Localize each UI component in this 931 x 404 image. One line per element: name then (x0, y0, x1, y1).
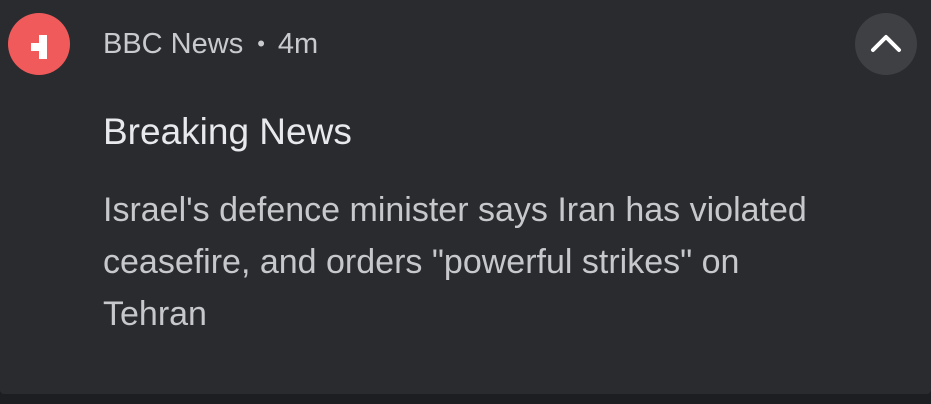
header-separator: • (257, 31, 265, 56)
body-line: Israel's defence minister says Iran has … (103, 191, 807, 229)
notification-header: BBC News • 4m (103, 24, 318, 64)
body-line: ceasefire, and orders "powerful strikes"… (103, 243, 740, 281)
notification-body: Israel's defence minister says Iran has … (103, 184, 903, 340)
chevron-up-icon (871, 35, 901, 52)
app-name: BBC News (103, 27, 244, 60)
body-line: Tehran (103, 295, 207, 333)
app-icon (8, 13, 70, 75)
collapse-button[interactable] (855, 13, 917, 75)
notification-shade-background (0, 394, 931, 404)
notification-title: Breaking News (103, 111, 352, 152)
time-ago: 4m (277, 27, 319, 60)
notification-card[interactable]: BBC News • 4m Breaking News Israel's def… (0, 0, 931, 394)
bbc-news-glyph-icon (31, 35, 47, 59)
